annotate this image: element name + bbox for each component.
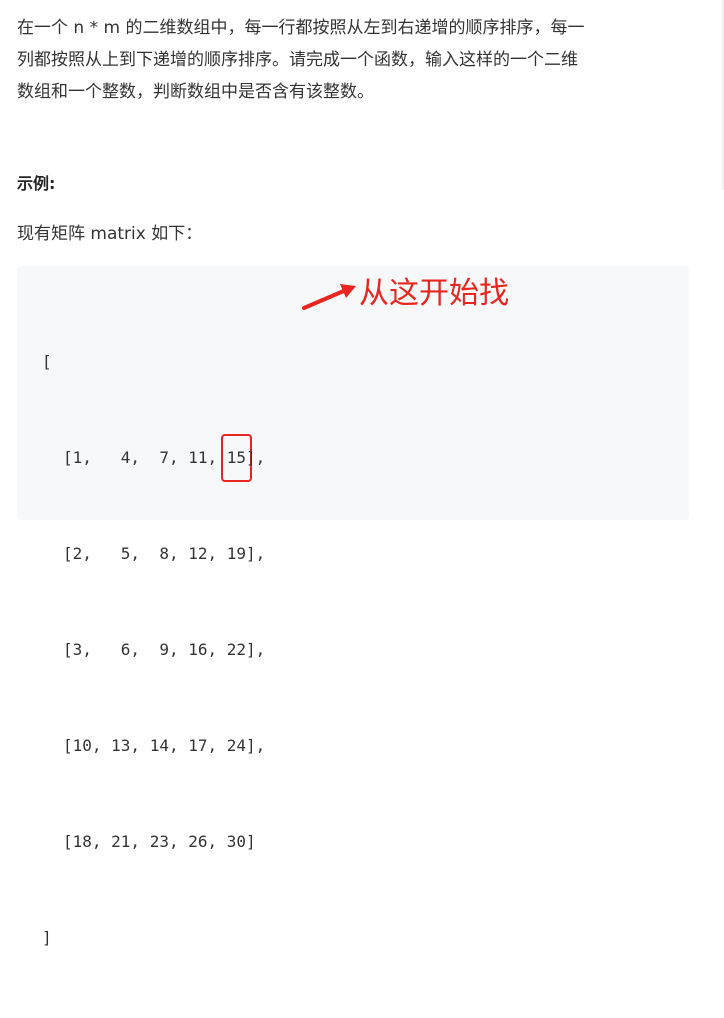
description-line-2: 列都按照从上到下递增的顺序排序。请完成一个函数，输入这样的一个二维 <box>17 50 578 70</box>
example-heading: 示例: <box>17 174 56 193</box>
matrix-row-1: [1, 4, 7, 11, 15], <box>42 434 266 482</box>
matrix-row-4: [10, 13, 14, 17, 24], <box>63 736 266 755</box>
annotation-label: 从这开始找 <box>359 276 509 311</box>
matrix-close-bracket: ] <box>42 928 52 947</box>
matrix-row-2: [2, 5, 8, 12, 19], <box>63 544 266 563</box>
description-line-3: 数组和一个整数，判断数组中是否含有该整数。 <box>17 82 374 102</box>
example-intro: 现有矩阵 matrix 如下： <box>17 224 203 244</box>
description-line-1: 在一个 n * m 的二维数组中，每一行都按照从左到右递增的顺序排序，每一 <box>17 18 585 38</box>
matrix-row-1-suffix: ], <box>246 448 266 467</box>
matrix-code: [ [1, 4, 7, 11, 15], [2, 5, 8, 12, 19], … <box>42 282 265 1018</box>
problem-description: 在一个 n * m 的二维数组中，每一行都按照从左到右递增的顺序排序，每一 列都… <box>17 12 707 108</box>
annotation-arrow <box>302 284 356 310</box>
matrix-row-5: [18, 21, 23, 26, 30] <box>63 832 256 851</box>
matrix-row-3: [3, 6, 9, 16, 22], <box>63 640 266 659</box>
matrix-row-1-prefix: [1, 4, 7, 11, <box>63 448 227 467</box>
matrix-open-bracket: [ <box>42 352 52 371</box>
